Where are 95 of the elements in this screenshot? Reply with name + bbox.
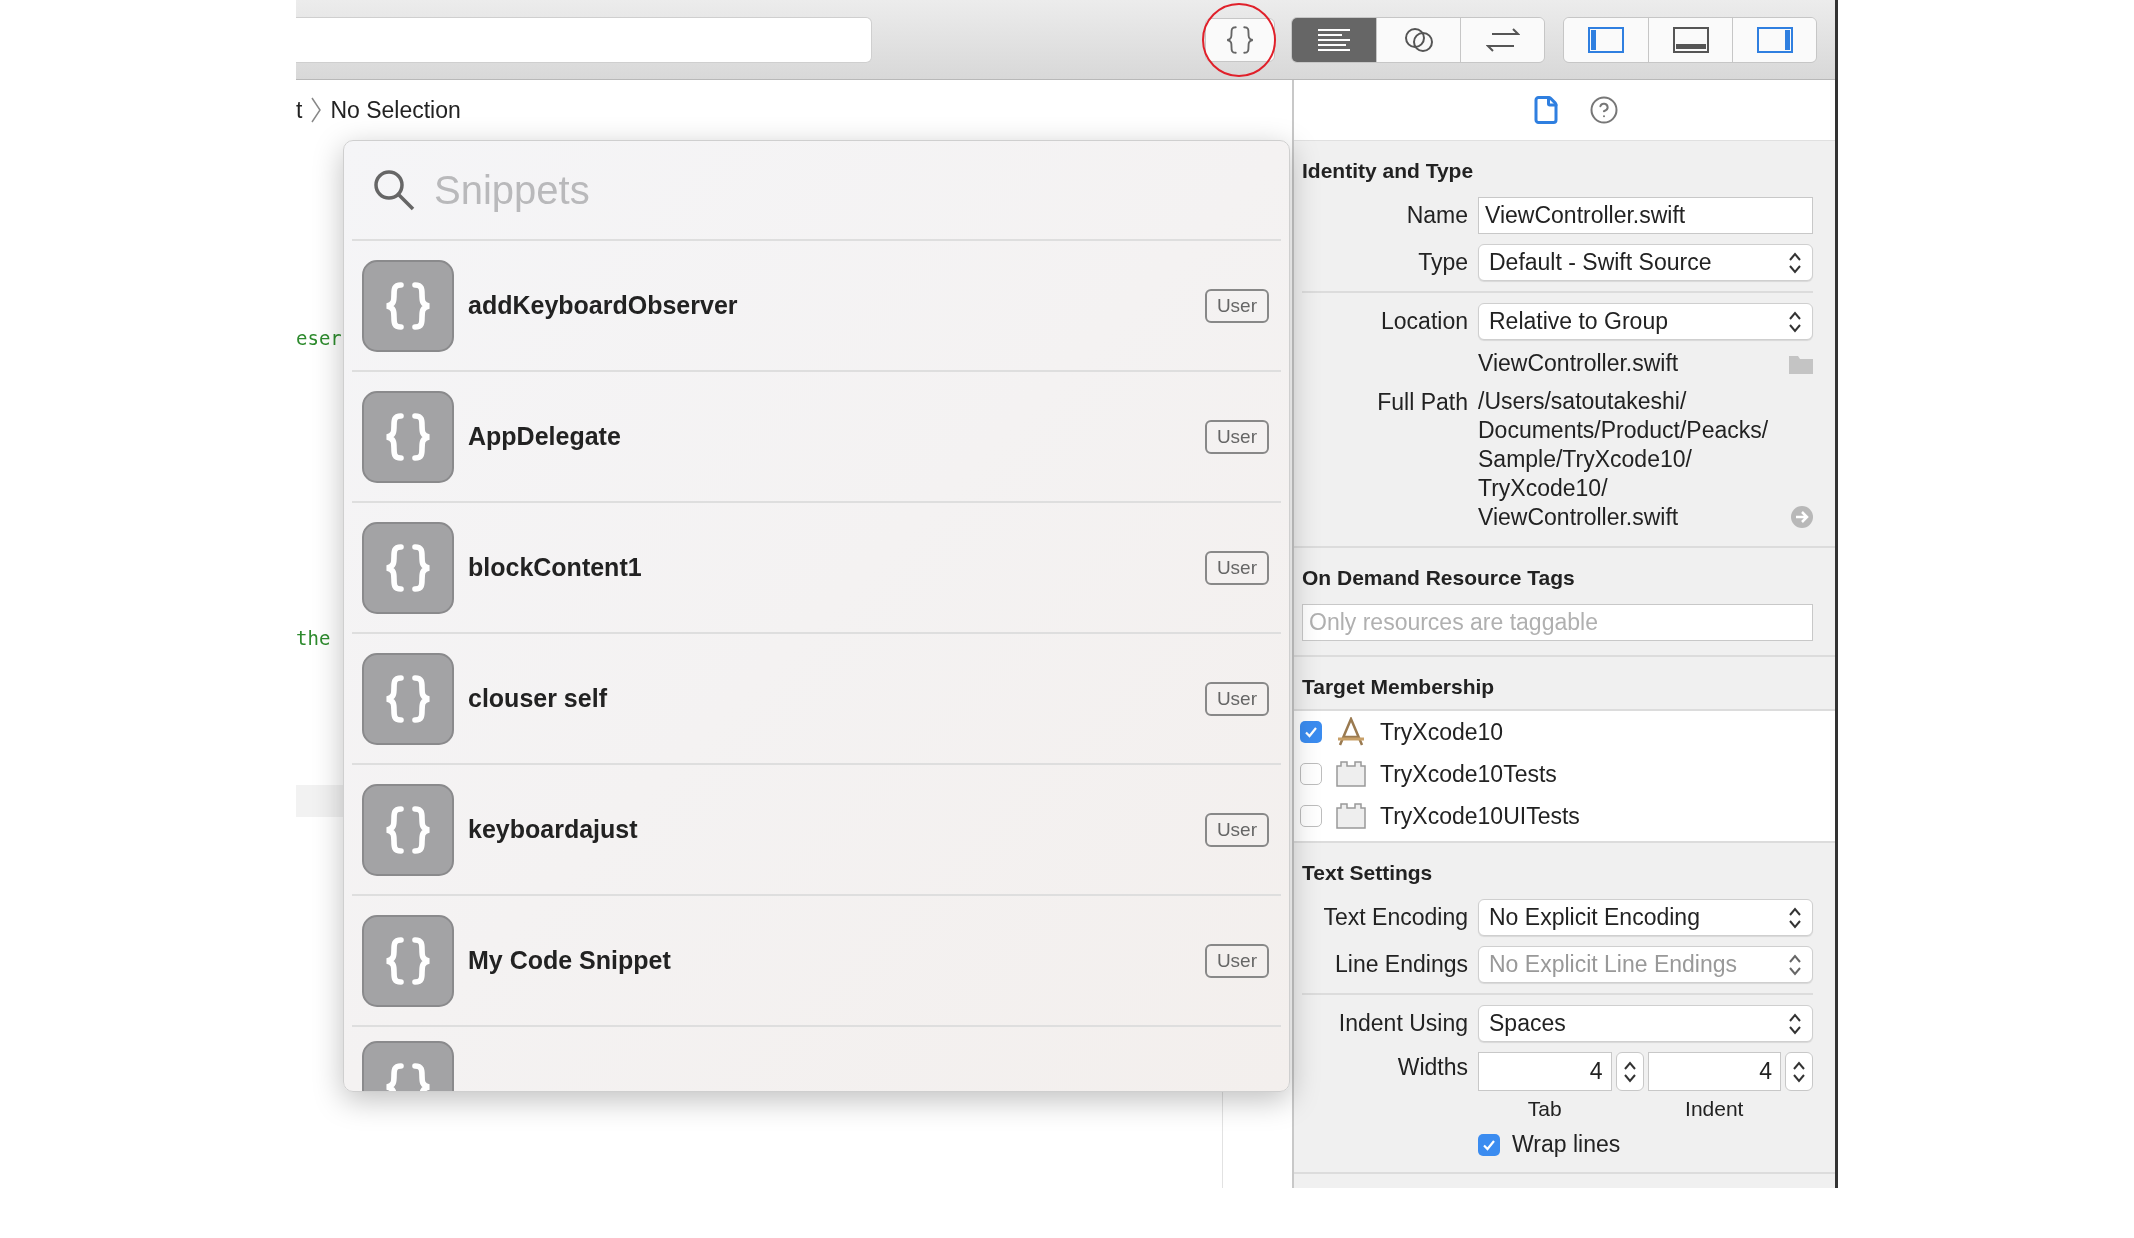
- snippet-icon: [362, 259, 454, 352]
- updown-icon: [1622, 1059, 1637, 1084]
- tab-width-field[interactable]: 4: [1478, 1052, 1612, 1091]
- current-line-highlight: [296, 785, 344, 817]
- snippet-item[interactable]: My Code Snippet User: [352, 894, 1281, 1025]
- target-name: TryXcode10: [1380, 718, 1504, 746]
- code-text: eser: [296, 326, 342, 351]
- stepper[interactable]: [1785, 1052, 1813, 1091]
- field-label: Indent Using: [1338, 1010, 1468, 1037]
- field-label: Line Endings: [1335, 951, 1468, 978]
- encoding-popup[interactable]: No Explicit Encoding: [1478, 899, 1813, 936]
- section-title: Text Settings: [1302, 860, 1433, 886]
- snippet-item[interactable]: addKeyboardObserver User: [352, 239, 1281, 370]
- path-text: ViewController.swift: [1478, 503, 1680, 532]
- user-badge: User: [1204, 812, 1269, 847]
- field-caption: Indent: [1684, 1097, 1745, 1121]
- panel-toggle-button[interactable]: [1648, 17, 1732, 62]
- arrows-icon: [1485, 27, 1520, 52]
- stepper[interactable]: [1615, 1052, 1644, 1091]
- path-text: Sample/TryXcode10/: [1478, 445, 1693, 474]
- type-popup[interactable]: Default - Swift Source: [1478, 244, 1813, 281]
- snippet-name: addKeyboardObserver: [468, 291, 739, 320]
- snippet-name: My Code Snippet: [468, 946, 672, 975]
- code-text: the: [296, 626, 331, 651]
- lines-icon: [1317, 27, 1351, 52]
- field-label: Location: [1381, 308, 1468, 335]
- checkbox[interactable]: [1300, 721, 1322, 743]
- updown-icon: [1788, 905, 1802, 930]
- snippet-icon: [362, 914, 454, 1007]
- snippet-name: blockContent1: [468, 553, 643, 582]
- breadcrumb-item[interactable]: t: [296, 96, 303, 124]
- snippet-name: AppDelegate: [468, 422, 622, 451]
- target-name: TryXcode10Tests: [1380, 760, 1557, 788]
- snippet-item[interactable]: blockContent1 User: [352, 501, 1281, 632]
- path-text: TryXcode10/: [1478, 474, 1609, 503]
- name-field[interactable]: ViewController.swift: [1478, 197, 1813, 234]
- file-name: ViewController.swift: [1478, 350, 1680, 377]
- snippet-item[interactable]: keyboardajust User: [352, 763, 1281, 894]
- editor-mode-button[interactable]: [1376, 17, 1460, 62]
- user-badge: User: [1204, 419, 1269, 454]
- snippet-item[interactable]: clouser self User: [352, 632, 1281, 763]
- checkbox[interactable]: [1478, 1133, 1500, 1156]
- target-name: TryXcode10UITests: [1380, 802, 1580, 830]
- field-label: Widths: [1397, 1053, 1468, 1081]
- search-icon: [372, 168, 416, 212]
- breadcrumb-item[interactable]: No Selection: [330, 96, 461, 124]
- path-text: Documents/Product/Peacks/: [1478, 416, 1770, 445]
- field-caption: Tab: [1526, 1097, 1563, 1121]
- checkbox[interactable]: [1300, 805, 1322, 827]
- section-title: Target Membership: [1302, 674, 1495, 700]
- snippet-item[interactable]: AppDelegate User: [352, 370, 1281, 501]
- snippets-button[interactable]: [1205, 17, 1275, 62]
- indent-width-field[interactable]: 4: [1647, 1052, 1781, 1091]
- panel-icon: [1672, 26, 1709, 53]
- section-title: On Demand Resource Tags: [1302, 565, 1575, 591]
- field-label: Type: [1418, 249, 1468, 276]
- user-badge: User: [1204, 681, 1269, 716]
- scheme-field[interactable]: [296, 16, 872, 63]
- checkbox[interactable]: [1300, 763, 1322, 785]
- bundle-icon: [1336, 761, 1366, 787]
- snippet-icon: [362, 521, 454, 614]
- user-badge: User: [1204, 288, 1269, 323]
- search-field[interactable]: Snippets: [432, 166, 1036, 214]
- bundle-icon: [1336, 803, 1366, 829]
- app-icon: [1336, 717, 1366, 747]
- section-title: Identity and Type: [1302, 158, 1474, 184]
- indent-popup[interactable]: Spaces: [1478, 1005, 1813, 1042]
- chevron-icon: [310, 97, 323, 123]
- editor-mode-button[interactable]: [1460, 17, 1544, 62]
- snippet-icon: [362, 652, 454, 745]
- editor-mode-button[interactable]: [1292, 17, 1376, 62]
- snippet-name: clouser self: [468, 684, 608, 713]
- circles-icon: [1403, 26, 1434, 53]
- help-tab[interactable]: [1588, 95, 1619, 125]
- checkbox-label: Wrap lines: [1512, 1131, 1621, 1158]
- user-badge: User: [1204, 550, 1269, 585]
- field-label: Full Path: [1377, 388, 1468, 416]
- panel-icon: [1756, 26, 1793, 53]
- field-label: Name: [1406, 202, 1468, 229]
- snippet-icon: [362, 783, 454, 876]
- user-badge: User: [1204, 943, 1269, 978]
- panel-icon: [1588, 26, 1624, 53]
- path-text: /Users/satoutakeshi/: [1478, 387, 1688, 416]
- location-popup[interactable]: Relative to Group: [1478, 303, 1813, 340]
- snippet-icon: [362, 390, 454, 483]
- updown-icon: [1792, 1059, 1806, 1084]
- updown-icon: [1788, 309, 1802, 334]
- updown-icon: [1788, 952, 1802, 977]
- snippet-name: keyboardajust: [468, 815, 639, 844]
- updown-icon: [1788, 1011, 1802, 1036]
- panel-toggle-button[interactable]: [1732, 17, 1816, 62]
- field-label: Text Encoding: [1323, 904, 1468, 931]
- updown-icon: [1788, 250, 1802, 275]
- panel-toggle-button[interactable]: [1564, 17, 1648, 62]
- tags-field[interactable]: Only resources are taggable: [1302, 604, 1813, 641]
